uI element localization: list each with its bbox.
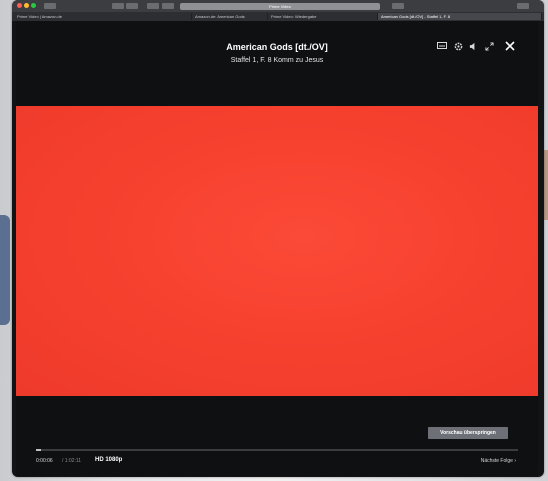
browser-titlebar: Prime Video bbox=[12, 0, 544, 12]
browser-tab[interactable]: Amazon.de: American Gods bbox=[192, 13, 268, 20]
volume-button[interactable] bbox=[467, 40, 479, 52]
volume-icon bbox=[469, 42, 474, 50]
browser-tab[interactable]: Prime Video | Amazon.de bbox=[14, 13, 192, 20]
gear-icon bbox=[454, 42, 462, 50]
photo-scene: Prime Video Prime Video | Amazon.de Amaz… bbox=[0, 0, 548, 481]
address-bar[interactable]: Prime Video bbox=[180, 3, 380, 10]
fullscreen-icon bbox=[484, 41, 494, 51]
quality-badge: HD 1080p bbox=[95, 457, 123, 463]
reload-button[interactable] bbox=[392, 3, 404, 9]
progress-fill bbox=[36, 449, 41, 451]
total-time-value: 1:02:11 bbox=[64, 458, 82, 464]
back-button[interactable] bbox=[112, 3, 124, 9]
sidebar-toggle-button[interactable] bbox=[44, 3, 56, 9]
maximize-window-button[interactable] bbox=[31, 3, 36, 8]
progress-bar[interactable] bbox=[36, 449, 518, 451]
new-tab-button[interactable] bbox=[517, 3, 529, 9]
browser-tab-active[interactable]: American Gods [dt./OV] - Staffel 1, F. 8 bbox=[378, 13, 542, 20]
settings-button[interactable] bbox=[452, 40, 464, 52]
forward-button[interactable] bbox=[126, 3, 138, 9]
subtitles-icon bbox=[437, 42, 447, 49]
monitor: Prime Video Prime Video | Amazon.de Amaz… bbox=[12, 0, 544, 477]
close-icon bbox=[505, 41, 515, 51]
video-frame[interactable] bbox=[16, 106, 538, 396]
subtitles-button[interactable] bbox=[436, 40, 448, 52]
browser-tab[interactable]: Prime Video: Wiedergabe bbox=[268, 13, 378, 20]
minimize-window-button[interactable] bbox=[24, 3, 29, 8]
current-time: 0:00:06 bbox=[36, 458, 53, 464]
share-button[interactable] bbox=[147, 3, 159, 9]
next-episode-button[interactable]: Nächste Folge › bbox=[481, 458, 516, 464]
video-player[interactable]: American Gods [dt./OV] Staffel 1, F. 8 K… bbox=[16, 21, 538, 476]
background-object bbox=[0, 215, 10, 325]
episode-subtitle: Staffel 1, F. 8 Komm zu Jesus bbox=[230, 57, 324, 64]
fullscreen-button[interactable] bbox=[483, 40, 495, 52]
reader-button[interactable] bbox=[162, 3, 174, 9]
tab-bar: Prime Video | Amazon.de Amazon.de: Ameri… bbox=[12, 12, 544, 21]
close-button[interactable] bbox=[504, 40, 516, 52]
close-window-button[interactable] bbox=[17, 3, 22, 8]
skip-preview-button[interactable]: Vorschau überspringen bbox=[428, 427, 508, 439]
total-time: / 1:02:11 bbox=[62, 458, 82, 464]
